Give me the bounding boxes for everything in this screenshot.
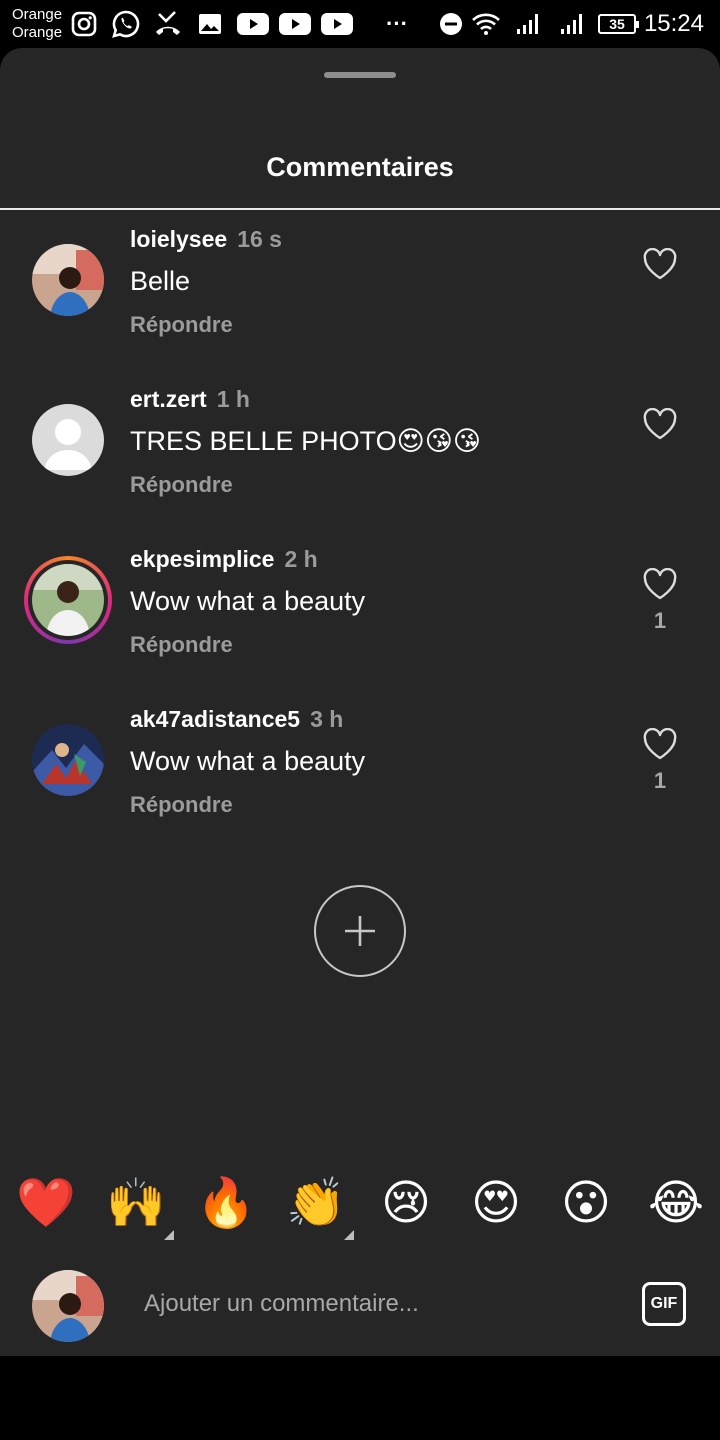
overflow-icon: ··· [386, 11, 408, 36]
comment-username[interactable]: ekpesimplice 2 h [130, 546, 318, 573]
image-icon [196, 10, 224, 38]
reply-button[interactable]: Répondre [130, 472, 233, 498]
comment-item: ak47adistance5 3 h Wow what a beauty Répo… [0, 690, 720, 830]
gif-button[interactable]: GIF [642, 1282, 686, 1326]
reply-button[interactable]: Répondre [130, 312, 233, 338]
avatar[interactable] [32, 564, 104, 636]
comment-username[interactable]: ak47adistance5 3 h [130, 706, 343, 733]
like-count[interactable]: 1 [640, 608, 680, 634]
comment-item: ert.zert 1 h TRES BELLE PHOTO😍😘😘 Répondre [0, 370, 720, 510]
emoji-glyph[interactable]: 😍 [471, 1177, 521, 1230]
emoji-glyph[interactable]: 😮 [561, 1177, 611, 1230]
carrier-line-1: Orange [12, 6, 63, 23]
comment-composer: GIF [0, 1264, 720, 1354]
comment-text: Wow what a beauty [130, 746, 366, 776]
variant-indicator-icon [344, 1230, 354, 1240]
comment-item: loielysee 16 s Belle Répondre [0, 210, 720, 350]
heart-icon[interactable] [642, 407, 678, 440]
comment-username-text[interactable]: ekpesimplice [130, 546, 274, 572]
emoji-clap[interactable]: 👏 [286, 1174, 354, 1240]
comment-text: TRES BELLE PHOTO😍😘😘 [130, 426, 482, 456]
comment-input[interactable] [144, 1290, 604, 1318]
status-bar: Orange Orange ··· 35 15:24 [0, 0, 720, 48]
comments-sheet: Commentaires loielysee 16 s Belle Répondr… [0, 48, 720, 1356]
emoji-glyph[interactable]: 😢 [381, 1177, 431, 1230]
emoji-glyph[interactable]: 😂 [648, 1177, 704, 1230]
page-title: Commentaires [266, 152, 454, 182]
emoji-laughing[interactable]: 😂 [646, 1174, 706, 1234]
wifi-icon [470, 10, 502, 38]
comment-timestamp: 2 h [284, 546, 318, 572]
do-not-disturb-icon [438, 10, 464, 38]
carrier-label: Orange Orange [12, 6, 62, 42]
whatsapp-icon [110, 10, 142, 38]
avatar[interactable] [32, 724, 104, 796]
avatar[interactable] [32, 404, 104, 476]
emoji-fire[interactable]: 🔥 [196, 1174, 256, 1234]
heart-icon[interactable] [642, 567, 678, 600]
reply-button[interactable]: Répondre [130, 632, 233, 658]
comment-timestamp: 3 h [310, 706, 344, 732]
variant-indicator-icon [164, 1230, 174, 1240]
emoji-glyph[interactable]: ❤️ [16, 1177, 76, 1230]
battery-icon: 35 [598, 14, 639, 34]
comment-username[interactable]: ert.zert 1 h [130, 386, 250, 413]
avatar[interactable] [32, 244, 104, 316]
comment-username[interactable]: loielysee 16 s [130, 226, 282, 253]
comment-timestamp: 1 h [216, 386, 250, 412]
emoji-heart[interactable]: ❤️ [16, 1174, 76, 1234]
youtube-icon [278, 10, 312, 38]
reply-button[interactable]: Répondre [130, 792, 233, 818]
plus-icon [345, 916, 375, 946]
comment-username-text[interactable]: loielysee [130, 226, 227, 252]
emoji-glyph[interactable]: 👏 [286, 1177, 346, 1230]
emoji-crying[interactable]: 😢 [376, 1174, 436, 1234]
missed-call-icon [152, 10, 184, 38]
avatar [32, 1270, 104, 1342]
emoji-glyph[interactable]: 🔥 [196, 1177, 256, 1230]
drag-handle[interactable] [324, 72, 396, 78]
emoji-glyph[interactable]: 🙌 [106, 1177, 166, 1230]
comment-item: ekpesimplice 2 h Wow what a beauty Répond… [0, 530, 720, 670]
emoji-heart-eyes[interactable]: 😍 [466, 1174, 526, 1234]
load-more-button[interactable] [314, 885, 406, 977]
signal-icon [514, 10, 542, 38]
comment-username-text[interactable]: ak47adistance5 [130, 706, 300, 732]
youtube-icon [320, 10, 354, 38]
youtube-icon [236, 10, 270, 38]
instagram-icon [70, 10, 98, 38]
comment-text: Belle [130, 266, 191, 296]
comment-text: Wow what a beauty [130, 586, 366, 616]
emoji-surprised[interactable]: 😮 [556, 1174, 616, 1234]
comment-username-text[interactable]: ert.zert [130, 386, 207, 412]
signal-icon [558, 10, 586, 38]
like-count[interactable]: 1 [640, 768, 680, 794]
carrier-line-2: Orange [12, 24, 63, 41]
clock: 15:24 [643, 10, 704, 37]
system-nav-bar [0, 1356, 720, 1440]
heart-icon[interactable] [642, 727, 678, 760]
emoji-raised-hands[interactable]: 🙌 [106, 1174, 174, 1240]
emoji-reaction-bar: ❤️ 🙌 🔥 👏 😢 😍 😮 😂 [0, 1174, 720, 1240]
comment-timestamp: 16 s [237, 226, 282, 252]
heart-icon[interactable] [642, 247, 678, 280]
